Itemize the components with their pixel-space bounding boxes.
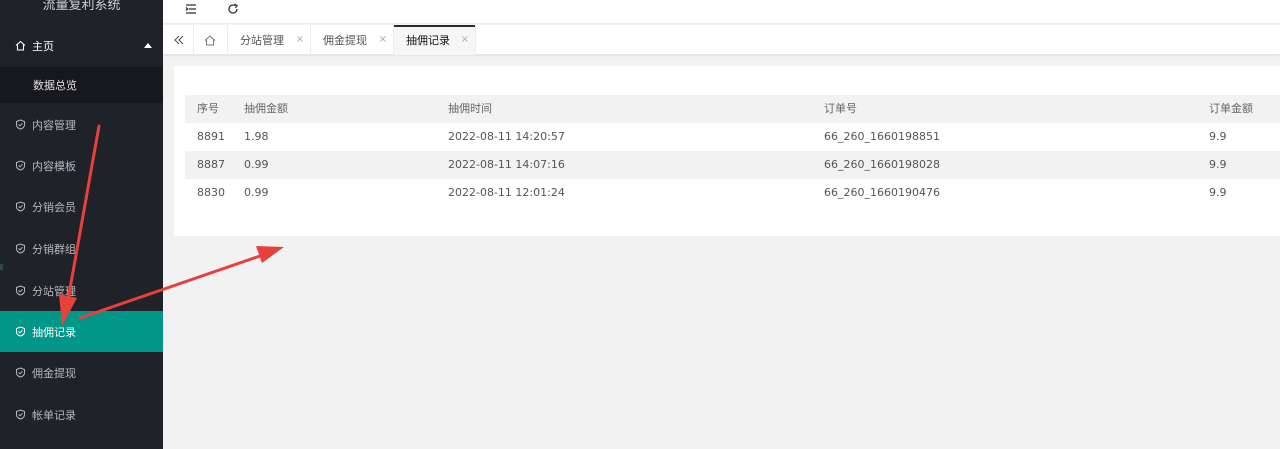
shield-check-icon [15,119,26,130]
column-header: 序号 [197,102,219,115]
table-cell: 0.99 [244,158,269,171]
sidebar-item-label: 帐单记录 [32,408,76,422]
column-header: 订单金额 [1209,102,1253,115]
app-title: 流量复利系统 [42,0,121,13]
table-cell: 8891 [197,130,225,143]
shield-check-icon [15,160,26,171]
top-header [163,0,1280,24]
shield-check-icon [15,285,26,296]
tab-bar: 分站管理 × 佣金提现 × 抽佣记录 × [163,25,1280,55]
menu-collapse-icon[interactable] [181,1,201,17]
column-header: 抽佣时间 [448,102,492,115]
sidebar-item-bill-records[interactable]: 帐单记录 [0,394,163,435]
sidebar-edge-mark [0,264,3,270]
tab-home-icon[interactable] [193,25,226,55]
sidebar-item-commission-records[interactable]: 抽佣记录 [0,311,163,352]
tab-label: 分站管理 [240,34,284,47]
shield-check-icon [15,409,26,420]
sidebar-item-label: 主页 [32,39,54,53]
tabs-scroll-left-icon[interactable] [166,25,192,55]
sidebar-item-content-management[interactable]: 内容管理 [0,104,163,145]
tab-label: 佣金提现 [323,34,367,47]
sidebar-subitem-label: 数据总览 [33,79,77,92]
table-cell: 66_260_1660190476 [824,186,940,199]
table-cell: 9.9 [1209,130,1227,143]
table-cell: 8830 [197,186,225,199]
home-icon [15,40,26,51]
sidebar-item-label: 内容管理 [32,118,76,132]
column-header: 抽佣金额 [244,102,288,115]
sidebar-item-label: 分销群组 [32,242,76,256]
sidebar-subitem-overview[interactable]: 数据总览 [0,67,163,103]
table-cell: 0.99 [244,186,269,199]
table-row[interactable]: 8891 1.98 2022-08-11 14:20:57 66_260_166… [185,123,1280,151]
table-cell: 8887 [197,158,225,171]
tab-commission-records[interactable]: 抽佣记录 × [393,25,476,55]
caret-up-icon [144,43,152,48]
content-card: 序号 抽佣金额 抽佣时间 订单号 订单金额 8891 1.98 2022-08-… [174,66,1280,236]
sidebar-item-commission-withdrawal[interactable]: 佣金提现 [0,352,163,393]
table-cell: 1.98 [244,130,269,143]
sidebar-item-content-template[interactable]: 内容模板 [0,145,163,186]
shield-check-icon [15,201,26,212]
refresh-icon[interactable] [223,1,243,17]
tab-label: 抽佣记录 [406,34,450,47]
tab-close-icon[interactable]: × [296,34,304,45]
sidebar: 流量复利系统 主页 数据总览 内容管理 内容模板 分销会员 分销群组 分站管理 … [0,0,163,449]
table-cell: 66_260_1660198851 [824,130,940,143]
sidebar-item-label: 佣金提现 [32,366,76,380]
table-header-row: 序号 抽佣金额 抽佣时间 订单号 订单金额 [185,95,1280,123]
tab-close-icon[interactable]: × [461,34,469,45]
table-row[interactable]: 8830 0.99 2022-08-11 12:01:24 66_260_166… [185,179,1280,207]
table-cell: 2022-08-11 12:01:24 [448,186,565,199]
sidebar-item-distribution-members[interactable]: 分销会员 [0,186,163,227]
sidebar-item-label: 抽佣记录 [32,325,76,339]
commission-table: 序号 抽佣金额 抽佣时间 订单号 订单金额 8891 1.98 2022-08-… [185,95,1280,207]
table-cell: 2022-08-11 14:20:57 [448,130,565,143]
table-cell: 2022-08-11 14:07:16 [448,158,565,171]
sidebar-item-substation-management[interactable]: 分站管理 [0,270,163,311]
table-cell: 66_260_1660198028 [824,158,940,171]
table-cell: 9.9 [1209,158,1227,171]
shield-check-icon [15,367,26,378]
tab-substation-management[interactable]: 分站管理 × [227,25,310,55]
sidebar-item-distribution-groups[interactable]: 分销群组 [0,228,163,269]
tab-close-icon[interactable]: × [379,34,387,45]
sidebar-item-home[interactable]: 主页 [0,25,163,66]
sidebar-item-label: 内容模板 [32,159,76,173]
tab-commission-withdrawal[interactable]: 佣金提现 × [310,25,393,55]
shield-check-icon [15,326,26,337]
column-header: 订单号 [824,102,857,115]
shield-check-icon [15,243,26,254]
sidebar-item-label: 分销会员 [32,200,76,214]
sidebar-item-label: 分站管理 [32,284,76,298]
table-row[interactable]: 8887 0.99 2022-08-11 14:07:16 66_260_166… [185,151,1280,179]
table-cell: 9.9 [1209,186,1227,199]
